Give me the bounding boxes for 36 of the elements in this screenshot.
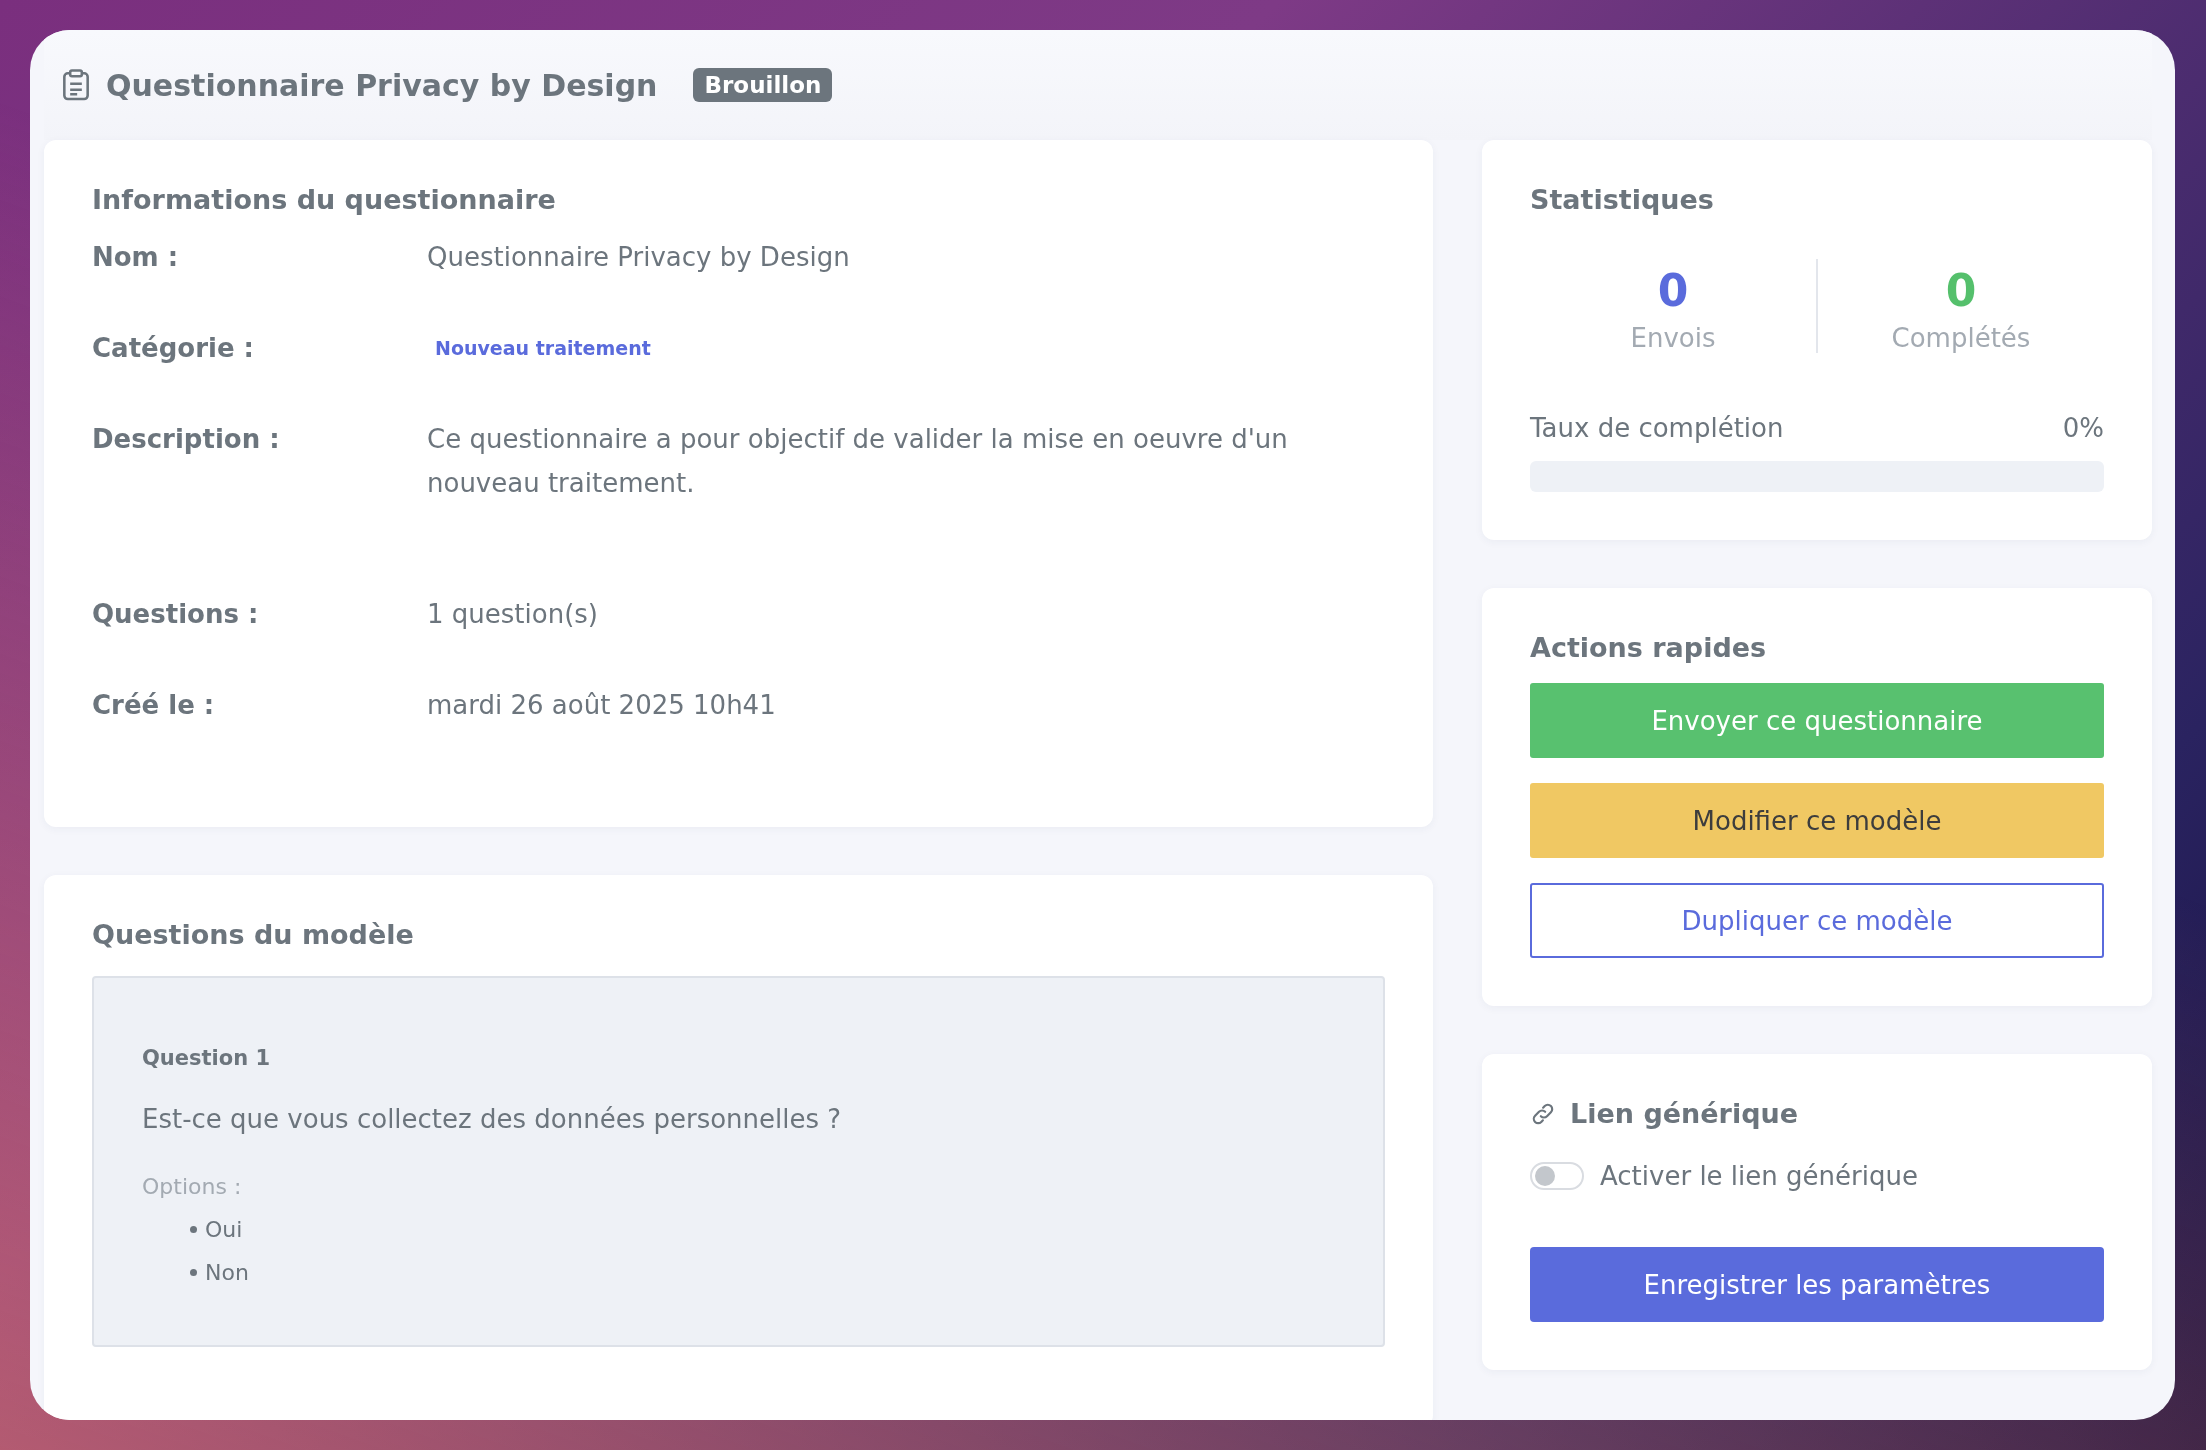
status-badge: Brouillon bbox=[693, 68, 833, 102]
question-text: Est-ce que vous collectez des données personnelles ? bbox=[142, 1104, 843, 1134]
clipboard-icon bbox=[62, 68, 90, 102]
card-heading: Informations du questionnaire bbox=[92, 184, 557, 215]
card-heading: Questions du modèle bbox=[92, 919, 415, 950]
completion-reading: 0% bbox=[2062, 413, 2104, 443]
field-label: Description : bbox=[92, 423, 281, 456]
card-heading: Lien générique bbox=[1570, 1098, 1798, 1129]
save-button[interactable]: Enregistrer les paramètres bbox=[1530, 1247, 2104, 1322]
option-text: Oui bbox=[205, 1217, 243, 1242]
action-button[interactable]: Dupliquer ce modèle bbox=[1530, 883, 2104, 958]
field-label: Questions : bbox=[92, 598, 260, 631]
field-value: Questionnaire Privacy by Design bbox=[427, 242, 850, 272]
card-heading: Actions rapides bbox=[1530, 632, 1768, 663]
counter-label: Envois bbox=[1630, 323, 1716, 353]
question-title: Question 1 bbox=[142, 1046, 272, 1070]
page-title: Questionnaire Privacy by Design bbox=[106, 67, 658, 103]
card-heading: Statistiques bbox=[1530, 184, 1715, 215]
field-label: Créé le : bbox=[92, 689, 216, 722]
field-label: Catégorie : bbox=[92, 332, 255, 365]
field-value: Ce questionnaire a pour objectif de valider la mise en oeuvre d'un nouveau traitement. bbox=[427, 423, 1289, 500]
completion-label: Taux de complétion bbox=[1530, 413, 1784, 443]
counter-value: 0 bbox=[1945, 264, 1977, 318]
toggle-switch[interactable] bbox=[1530, 1162, 1584, 1190]
field-value: 1 question(s) bbox=[427, 599, 598, 629]
option-text: Non bbox=[205, 1260, 249, 1285]
bullet-icon bbox=[190, 1226, 197, 1233]
field-label: Nom : bbox=[92, 241, 180, 274]
category-tag: Nouveau traitement bbox=[435, 326, 651, 370]
options-label: Options : bbox=[142, 1174, 243, 1199]
field-value: mardi 26 août 2025 10h41 bbox=[427, 690, 776, 720]
counter-label: Complétés bbox=[1891, 323, 2031, 353]
toggle-label: Activer le lien générique bbox=[1600, 1161, 1918, 1191]
counter-value: 0 bbox=[1657, 264, 1689, 318]
bullet-icon bbox=[190, 1269, 197, 1276]
action-button[interactable]: Modifier ce modèle bbox=[1530, 783, 2104, 858]
